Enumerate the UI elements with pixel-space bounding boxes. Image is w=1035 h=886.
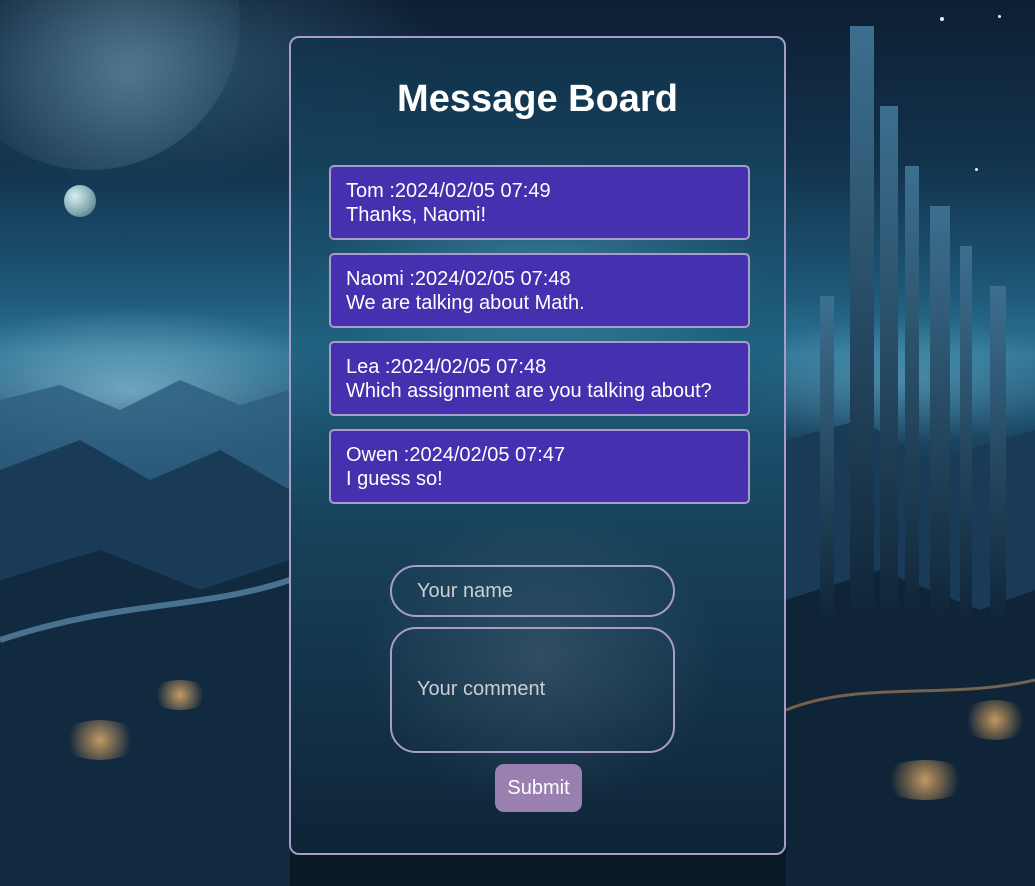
message-card: Owen :2024/02/05 07:47 I guess so! — [329, 429, 750, 504]
star — [940, 17, 944, 21]
city-tower — [820, 296, 834, 626]
city-tower — [905, 166, 919, 626]
message-board-panel: Message Board Tom :2024/02/05 07:49 Than… — [289, 36, 786, 855]
city-tower — [880, 106, 898, 626]
city-tower — [930, 206, 950, 626]
message-card: Naomi :2024/02/05 07:48 We are talking a… — [329, 253, 750, 328]
city-tower — [850, 26, 874, 626]
message-card: Lea :2024/02/05 07:48 Which assignment a… — [329, 341, 750, 416]
message-meta: Naomi :2024/02/05 07:48 — [346, 268, 571, 290]
name-input[interactable] — [390, 565, 675, 617]
star — [975, 168, 978, 171]
submit-button[interactable]: Submit — [495, 764, 582, 812]
message-text: I guess so! — [346, 468, 443, 490]
city-lights — [60, 720, 140, 760]
message-text: Thanks, Naomi! — [346, 204, 487, 226]
message-list: Tom :2024/02/05 07:49 Thanks, Naomi! Nao… — [329, 165, 750, 517]
moon-illustration — [64, 185, 96, 217]
message-text: Which assignment are you talking about? — [346, 380, 712, 402]
city-tower — [990, 286, 1006, 626]
message-card: Tom :2024/02/05 07:49 Thanks, Naomi! — [329, 165, 750, 240]
star — [998, 15, 1001, 18]
message-text: We are talking about Math. — [346, 292, 585, 314]
message-meta: Tom :2024/02/05 07:49 — [346, 180, 551, 202]
message-meta: Owen :2024/02/05 07:47 — [346, 444, 566, 466]
planet-illustration — [0, 0, 240, 170]
city-lights — [960, 700, 1030, 740]
page-title: Message Board — [397, 78, 678, 120]
city-lights — [880, 760, 970, 800]
message-meta: Lea :2024/02/05 07:48 — [346, 356, 547, 378]
city-tower — [960, 246, 972, 626]
city-lights — [150, 680, 210, 710]
comment-input[interactable] — [390, 627, 675, 753]
